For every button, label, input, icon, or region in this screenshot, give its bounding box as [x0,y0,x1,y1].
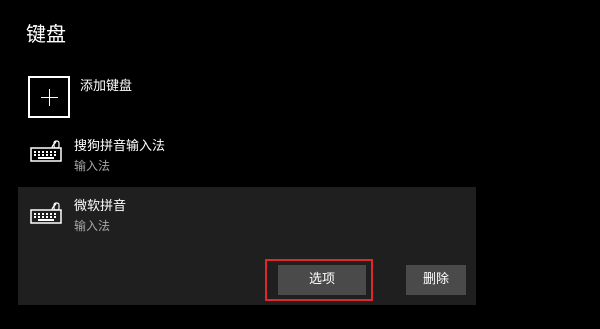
keyboard-type: 输入法 [74,159,111,173]
keyboard-item-microsoft-pinyin[interactable]: 微软拼音 输入法 选项 删除 [18,187,476,305]
remove-button[interactable]: 删除 [406,265,466,295]
page-title: 键盘 [26,22,66,46]
keyboard-icon [30,202,62,224]
options-button[interactable]: 选项 [278,265,366,295]
keyboard-name: 微软拼音 [74,199,127,214]
keyboard-name: 搜狗拼音输入法 [74,139,166,154]
keyboard-icon [30,140,62,162]
keyboard-type: 输入法 [74,219,111,233]
add-keyboard-button[interactable]: 添加键盘 [28,76,132,118]
keyboard-settings-page: 键盘 添加键盘 搜狗拼音输入法 输入法 微软拼音 输入法 选项 删除 [0,0,600,329]
add-keyboard-label: 添加键盘 [80,79,133,94]
plus-icon [28,76,70,118]
keyboard-item-sogou[interactable]: 搜狗拼音输入法 输入法 [18,128,476,184]
